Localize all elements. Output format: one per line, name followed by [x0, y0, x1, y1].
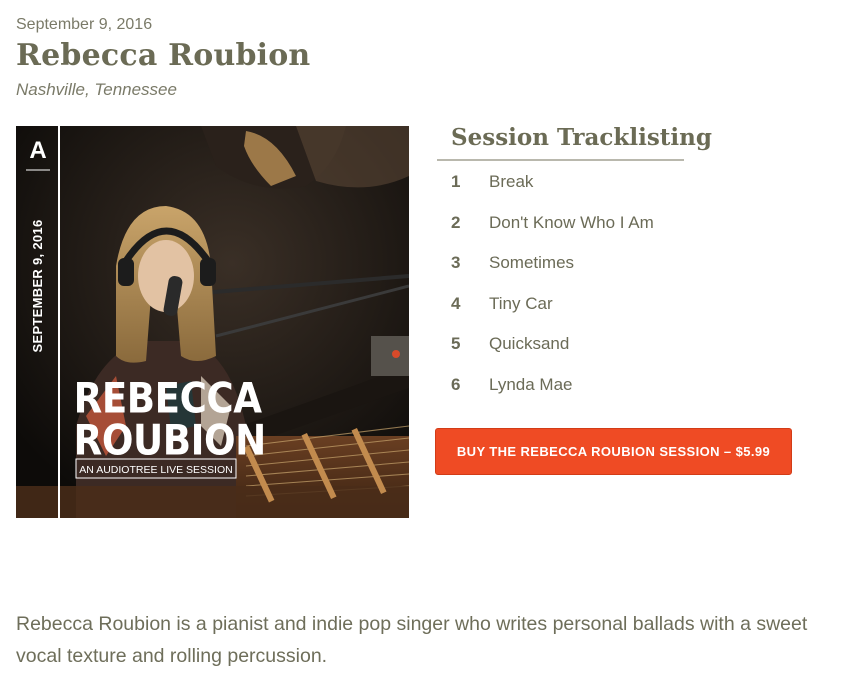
track-item: 5 Quicksand	[451, 334, 654, 375]
track-item: 1 Break	[451, 172, 654, 213]
audiotree-logo: A	[29, 137, 46, 164]
cover-subtitle: AN AUDIOTREE LIVE SESSION	[79, 464, 232, 476]
track-number: 4	[451, 293, 461, 313]
track-title: Break	[489, 172, 534, 191]
track-item: 4 Tiny Car	[451, 294, 654, 335]
session-description: Rebecca Roubion is a pianist and indie p…	[16, 613, 808, 667]
track-number: 5	[451, 334, 461, 354]
track-number: 3	[451, 253, 461, 273]
artist-name: Rebecca Roubion	[16, 38, 311, 73]
track-title: Don't Know Who I Am	[489, 212, 654, 232]
track-number: 6	[451, 374, 461, 394]
cover-vertical-date: SEPTEMBER 9, 2016	[30, 220, 45, 353]
track-title: Quicksand	[489, 334, 570, 354]
track-title: Sometimes	[489, 253, 575, 273]
session-cover-image: A SEPTEMBER 9, 2016 REBECCA ROUBION AN A…	[16, 126, 409, 518]
buy-session-button[interactable]: BUY THE REBECCA ROUBION SESSION – $5.99	[435, 428, 792, 475]
cover-name-line2: ROUBION	[74, 417, 266, 466]
session-date: September 9, 2016	[16, 16, 153, 33]
track-item: 3 Sometimes	[451, 253, 654, 294]
track-number: 2	[451, 212, 461, 232]
track-title: Tiny Car	[489, 293, 553, 313]
track-title: Lynda Mae	[489, 374, 573, 394]
tracklist-divider	[437, 159, 684, 161]
tracklist: 1 Break 2 Don't Know Who I Am 3 Sometime…	[451, 172, 654, 416]
session-location: Nashville, Tennessee	[16, 80, 177, 99]
track-item: 2 Don't Know Who I Am	[451, 213, 654, 254]
tracklist-heading: Session Tracklisting	[451, 124, 712, 151]
track-item: 6 Lynda Mae	[451, 375, 654, 416]
track-number: 1	[451, 172, 461, 191]
